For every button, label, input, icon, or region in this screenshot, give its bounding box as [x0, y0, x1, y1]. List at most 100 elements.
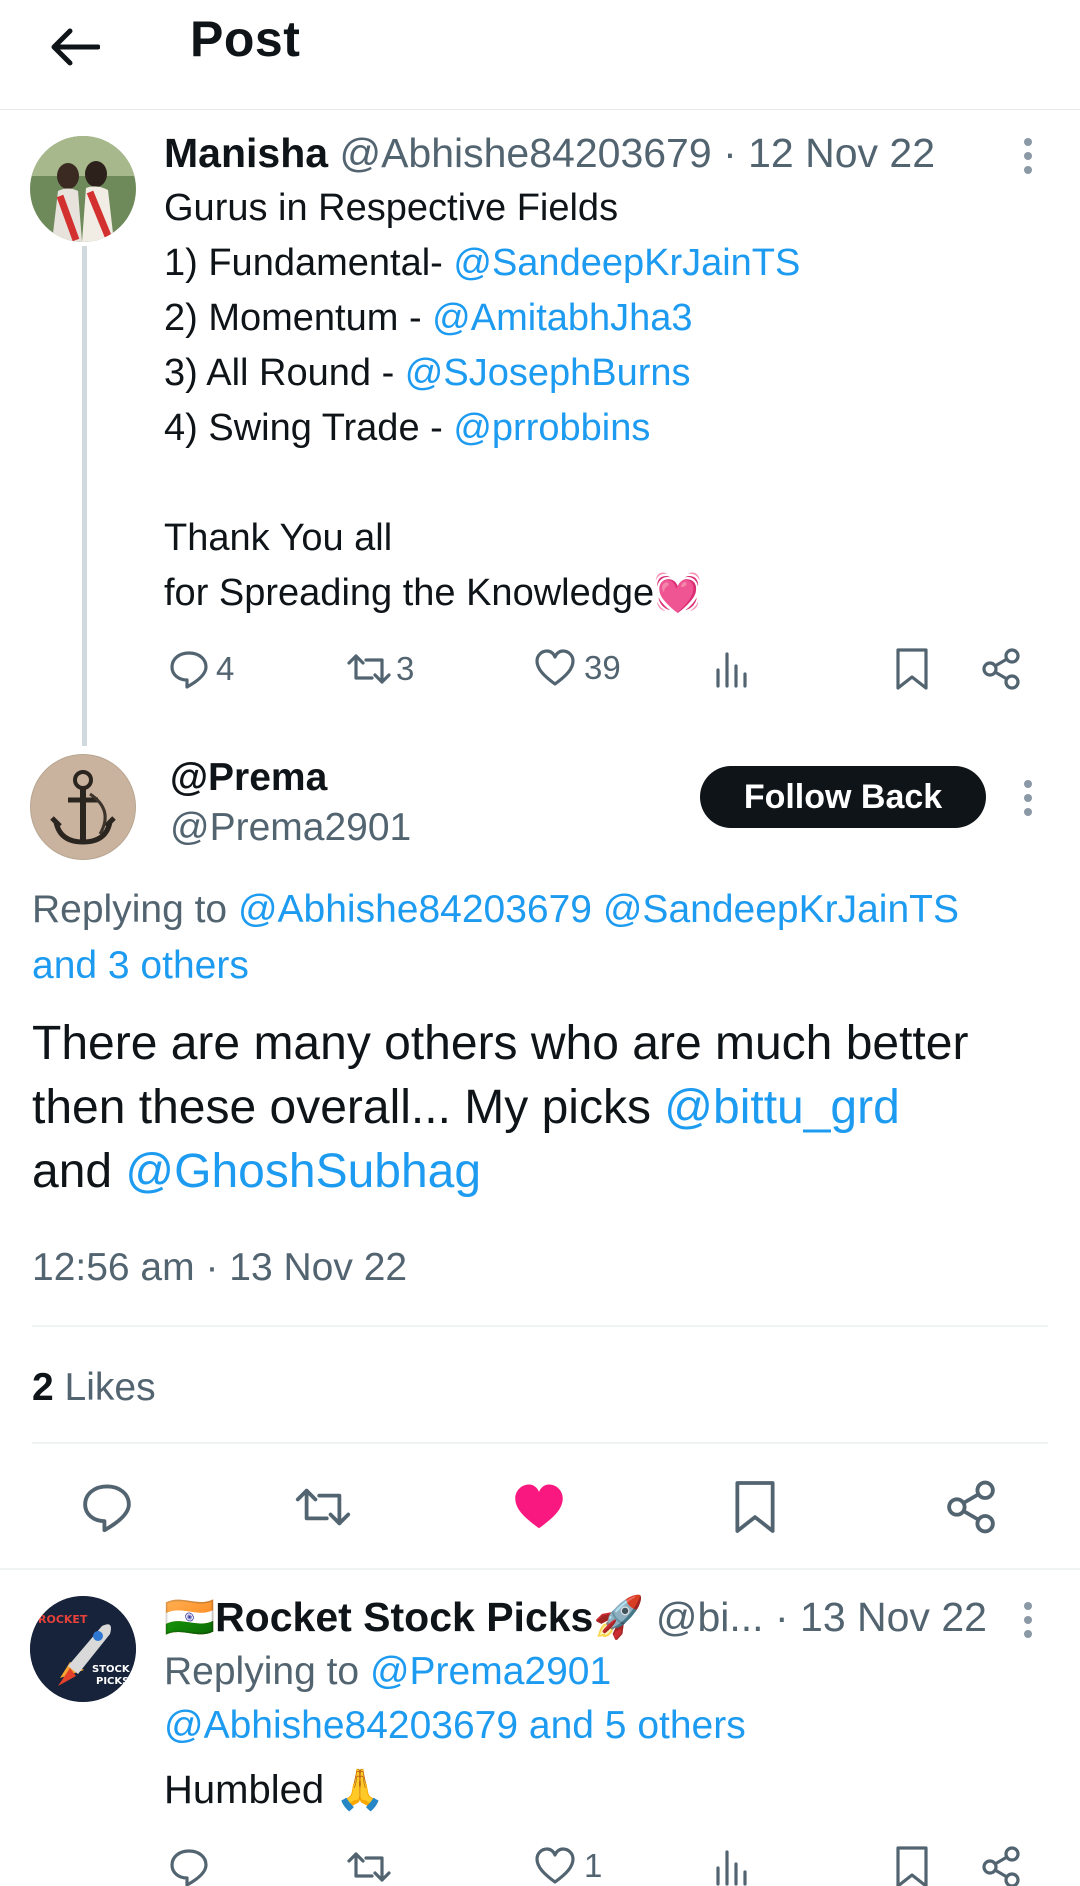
display-name[interactable]: Manisha: [164, 130, 328, 176]
others-link[interactable]: and 5 others: [529, 1704, 746, 1747]
avatar-text: PICKS: [96, 1676, 129, 1687]
avatar-manisha[interactable]: [30, 136, 136, 242]
divider: [32, 1325, 1048, 1327]
divider: [32, 1442, 1048, 1444]
heart-filled-icon: [515, 1484, 563, 1529]
dot-icon: [1024, 780, 1032, 788]
mention-link[interactable]: @SandeepKrJainTS: [603, 888, 959, 931]
heart-icon: [535, 649, 575, 686]
avatar-text: ROCKET: [38, 1613, 88, 1626]
post1-line-8: for Spreading the Knowledge💓: [164, 571, 701, 617]
views-button[interactable]: [712, 1846, 752, 1886]
mention-link[interactable]: @Abhishe84203679: [164, 1704, 518, 1747]
repost-icon: [295, 1488, 351, 1526]
post1-line-7: Thank You all: [164, 517, 393, 559]
post1-line-2: 1) Fundamental- @SandeepKrJainTS: [164, 241, 800, 287]
heart-emoji: 💓: [654, 572, 702, 614]
mention-link[interactable]: @SJosephBurns: [405, 352, 691, 394]
repost-button[interactable]: [346, 1846, 392, 1886]
timestamp: 12:56 am · 13 Nov 22: [32, 1246, 407, 1290]
profile-photo: [30, 136, 136, 242]
avatar-text: STOCK: [92, 1664, 131, 1675]
share-icon: [982, 1846, 1020, 1886]
reply-count: 4: [216, 650, 235, 687]
follow-back-button[interactable]: Follow Back: [700, 766, 986, 828]
post1-line-1: Gurus in Respective Fields: [164, 187, 619, 229]
share-icon: [947, 1480, 995, 1534]
more-options-button[interactable]: [1008, 768, 1048, 828]
line-text: 4) Swing Trade -: [164, 407, 454, 449]
back-button[interactable]: [40, 12, 110, 82]
dot-icon: [1024, 1602, 1032, 1610]
more-options-button[interactable]: [1008, 1590, 1048, 1650]
replying-to: Replying to @Abhishe84203679 @SandeepKrJ…: [32, 888, 959, 932]
handle[interactable]: @Prema2901: [170, 806, 411, 850]
mention-link[interactable]: @AmitabhJha3: [432, 297, 692, 339]
post-time: 12:56 am: [32, 1246, 195, 1289]
replying-to: Replying to @Prema2901: [164, 1650, 611, 1694]
line-text: and: [32, 1145, 126, 1198]
like-count: 1: [584, 1847, 603, 1884]
page-title: Post: [190, 11, 301, 67]
share-button[interactable]: [980, 1846, 1022, 1886]
line-text: then these overall... My picks: [32, 1081, 665, 1134]
like-count: 39: [584, 649, 621, 686]
separator: ·: [774, 1594, 789, 1640]
display-name[interactable]: @Prema: [170, 756, 327, 800]
share-icon: [982, 648, 1020, 690]
dot-icon: [1024, 1630, 1032, 1638]
display-name[interactable]: Rocket Stock Picks: [215, 1594, 593, 1640]
avatar-prema[interactable]: [30, 754, 136, 860]
tweet-text-line-1: There are many others who are much bette…: [32, 1017, 969, 1070]
mention-link[interactable]: @prrobbins: [453, 407, 650, 449]
mention-link[interactable]: @Abhishe84203679: [238, 888, 592, 931]
profile-photo: ROCKET STOCK PICKS: [30, 1596, 136, 1702]
likes-count: 2: [32, 1366, 54, 1409]
dot-icon: [1024, 808, 1032, 816]
like-button[interactable]: 39: [534, 648, 621, 688]
replying-label: Replying to: [32, 888, 238, 931]
views-button[interactable]: [712, 648, 752, 690]
reply-button[interactable]: 4: [168, 648, 234, 690]
avatar-rocket-stock-picks[interactable]: ROCKET STOCK PICKS: [30, 1596, 136, 1702]
share-button[interactable]: [980, 648, 1022, 690]
reply-icon: [170, 651, 208, 689]
mention-link[interactable]: @bittu_grd: [664, 1081, 900, 1134]
likes-summary[interactable]: 2 Likes: [32, 1366, 156, 1410]
dot-icon: [1024, 794, 1032, 802]
bookmark-button[interactable]: [732, 1478, 778, 1536]
bookmark-icon: [896, 648, 928, 690]
reply-button[interactable]: [80, 1480, 134, 1534]
repost-button[interactable]: [294, 1480, 352, 1534]
line-text: for Spreading the Knowledge: [164, 572, 655, 614]
post-date[interactable]: 12 Nov 22: [748, 130, 935, 176]
mention-link[interactable]: @SandeepKrJainTS: [453, 242, 800, 284]
mention-link[interactable]: @Prema2901: [370, 1650, 611, 1693]
bookmark-button[interactable]: [894, 646, 930, 692]
mention-link[interactable]: @GhoshSubhag: [125, 1145, 481, 1198]
line-text: 3) All Round -: [164, 352, 405, 394]
handle[interactable]: @bi...: [656, 1594, 764, 1640]
reply-icon: [170, 1849, 208, 1886]
like-button-active[interactable]: [512, 1482, 566, 1532]
bookmark-button[interactable]: [894, 1844, 930, 1886]
bookmark-icon: [896, 1846, 928, 1886]
others-link[interactable]: and 3 others: [32, 944, 249, 988]
repost-icon: [347, 654, 391, 684]
likes-label: Likes: [64, 1366, 156, 1409]
dot-icon: [1024, 138, 1032, 146]
replying-label: Replying to: [164, 1650, 370, 1693]
replying-to-line-2: @Abhishe84203679 and 5 others: [164, 1704, 746, 1748]
dot-icon: [1024, 1616, 1032, 1624]
reply-button[interactable]: [168, 1846, 210, 1886]
repost-button[interactable]: 3: [346, 648, 414, 690]
more-options-button[interactable]: [1008, 126, 1048, 186]
share-button[interactable]: [944, 1480, 998, 1534]
handle[interactable]: @Abhishe84203679: [339, 130, 711, 176]
like-button[interactable]: 1: [534, 1846, 602, 1886]
post-date[interactable]: 13 Nov 22: [800, 1594, 987, 1640]
post-date: 13 Nov 22: [229, 1246, 408, 1289]
tweet-text-line-3: and @GhoshSubhag: [32, 1144, 481, 1199]
repost-count: 3: [396, 650, 415, 687]
heart-icon: [535, 1847, 575, 1884]
